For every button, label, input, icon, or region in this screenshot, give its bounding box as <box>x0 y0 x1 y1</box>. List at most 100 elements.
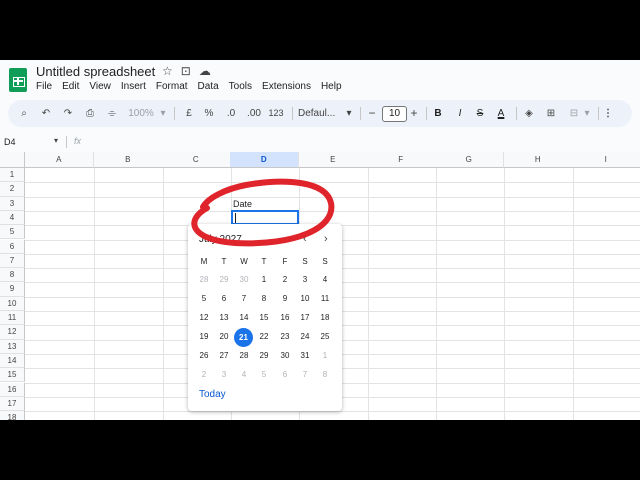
star-icon[interactable]: ☆ <box>162 64 173 78</box>
row-header-15[interactable]: 15 <box>0 368 25 383</box>
select-all-corner[interactable] <box>0 152 25 168</box>
name-box[interactable]: D4 <box>4 137 16 147</box>
menu-edit[interactable]: Edit <box>62 81 79 92</box>
menu-tools[interactable]: Tools <box>229 81 252 92</box>
adjacent-month-day[interactable]: 8 <box>315 366 335 384</box>
font-size-input[interactable]: 10 <box>382 106 407 122</box>
row-header-12[interactable]: 12 <box>0 325 25 340</box>
row-header-5[interactable]: 5 <box>0 225 25 240</box>
calendar-day[interactable]: 31 <box>295 347 315 365</box>
move-icon[interactable]: ⊡ <box>181 64 191 78</box>
menu-file[interactable]: File <box>36 81 52 92</box>
row-header-16[interactable]: 16 <box>0 382 25 397</box>
calendar-day[interactable]: 22 <box>254 328 274 346</box>
font-select[interactable]: Defaul... <box>298 100 346 127</box>
calendar-day[interactable]: 20 <box>214 328 234 346</box>
paint-format-icon[interactable]: ⌯ <box>104 100 120 127</box>
adjacent-month-day[interactable]: 1 <box>315 347 335 365</box>
today-button[interactable]: Today <box>199 389 226 400</box>
adjacent-month-day[interactable]: 4 <box>234 366 254 384</box>
row-header-13[interactable]: 13 <box>0 339 25 354</box>
fill-color-icon[interactable]: ◈ <box>522 100 536 127</box>
calendar-day[interactable]: 26 <box>194 347 214 365</box>
calendar-day[interactable]: 25 <box>315 328 335 346</box>
adjacent-month-day[interactable]: 3 <box>214 366 234 384</box>
row-header-9[interactable]: 9 <box>0 282 25 297</box>
calendar-day[interactable]: 10 <box>295 290 315 308</box>
adjacent-month-day[interactable]: 6 <box>275 366 295 384</box>
search-menus-icon[interactable]: ⌕ <box>16 100 32 127</box>
adjacent-month-day[interactable]: 30 <box>234 271 254 289</box>
adjacent-month-day[interactable]: 29 <box>214 271 234 289</box>
calendar-day[interactable]: 23 <box>275 328 295 346</box>
active-cell-d4[interactable] <box>231 210 299 225</box>
prev-month-button[interactable]: ‹ <box>303 233 307 245</box>
selected-day[interactable]: 21 <box>234 328 253 347</box>
row-header-6[interactable]: 6 <box>0 239 25 254</box>
column-header-h[interactable]: H <box>504 152 573 168</box>
menu-help[interactable]: Help <box>321 81 342 92</box>
next-month-button[interactable]: › <box>324 233 328 245</box>
bold-button[interactable]: B <box>432 100 444 127</box>
column-header-d[interactable]: D <box>230 152 299 168</box>
calendar-day[interactable]: 7 <box>234 290 254 308</box>
menu-insert[interactable]: Insert <box>121 81 146 92</box>
merge-cells-icon[interactable]: ⊟ <box>566 100 582 127</box>
calendar-day[interactable]: 9 <box>275 290 295 308</box>
adjacent-month-day[interactable]: 7 <box>295 366 315 384</box>
menu-data[interactable]: Data <box>198 81 219 92</box>
row-header-7[interactable]: 7 <box>0 253 25 269</box>
document-title[interactable]: Untitled spreadsheet <box>36 64 155 79</box>
row-header-3[interactable]: 3 <box>0 196 25 211</box>
calendar-day[interactable]: 18 <box>315 309 335 327</box>
percent-button[interactable]: % <box>202 100 216 127</box>
font-caret-icon[interactable]: ▾ <box>344 100 354 127</box>
column-header-c[interactable]: C <box>162 152 231 168</box>
calendar-day[interactable]: 13 <box>214 309 234 327</box>
calendar-day[interactable]: 3 <box>295 271 315 289</box>
print-icon[interactable]: ⎙ <box>82 100 98 127</box>
calendar-day[interactable]: 12 <box>194 309 214 327</box>
borders-icon[interactable]: ⊞ <box>544 100 558 127</box>
row-header-10[interactable]: 10 <box>0 296 25 311</box>
currency-button[interactable]: £ <box>182 100 196 127</box>
calendar-day[interactable]: 17 <box>295 309 315 327</box>
strikethrough-button[interactable]: S <box>474 100 486 127</box>
name-box-caret-icon[interactable]: ▾ <box>54 136 58 145</box>
calendar-day[interactable]: 15 <box>254 309 274 327</box>
calendar-day[interactable]: 14 <box>234 309 254 327</box>
calendar-day[interactable]: 29 <box>254 347 274 365</box>
calendar-day[interactable]: 4 <box>315 271 335 289</box>
calendar-day[interactable]: 1 <box>254 271 274 289</box>
calendar-day[interactable]: 24 <box>295 328 315 346</box>
calendar-day[interactable]: 8 <box>254 290 274 308</box>
zoom-caret-icon[interactable]: ▾ <box>158 100 168 127</box>
merge-caret-icon[interactable]: ▾ <box>582 100 592 127</box>
decrease-decimal-button[interactable]: .0 <box>222 100 240 127</box>
calendar-day[interactable]: 27 <box>214 347 234 365</box>
calendar-day[interactable]: 2 <box>275 271 295 289</box>
row-header-2[interactable]: 2 <box>0 182 25 197</box>
menu-view[interactable]: View <box>89 81 111 92</box>
column-header-i[interactable]: I <box>572 152 640 168</box>
zoom-select[interactable]: 100% <box>124 100 158 127</box>
row-header-14[interactable]: 14 <box>0 353 25 369</box>
calendar-day[interactable]: 16 <box>275 309 295 327</box>
sheets-logo-icon[interactable] <box>9 68 27 92</box>
more-options-icon[interactable]: ⋮ <box>602 100 614 127</box>
italic-button[interactable]: I <box>454 100 466 127</box>
column-header-b[interactable]: B <box>94 152 163 168</box>
adjacent-month-day[interactable]: 2 <box>194 366 214 384</box>
row-header-11[interactable]: 11 <box>0 311 25 326</box>
number-format-button[interactable]: 123 <box>266 100 286 127</box>
undo-icon[interactable]: ↶ <box>38 100 54 127</box>
calendar-day[interactable]: 6 <box>214 290 234 308</box>
row-header-18[interactable]: 18 <box>0 411 25 420</box>
increase-decimal-button[interactable]: .00 <box>244 100 264 127</box>
adjacent-month-day[interactable]: 5 <box>254 366 274 384</box>
calendar-day[interactable]: 28 <box>234 347 254 365</box>
column-header-f[interactable]: F <box>367 152 436 168</box>
menu-extensions[interactable]: Extensions <box>262 81 311 92</box>
row-header-17[interactable]: 17 <box>0 396 25 412</box>
calendar-day[interactable]: 11 <box>315 290 335 308</box>
